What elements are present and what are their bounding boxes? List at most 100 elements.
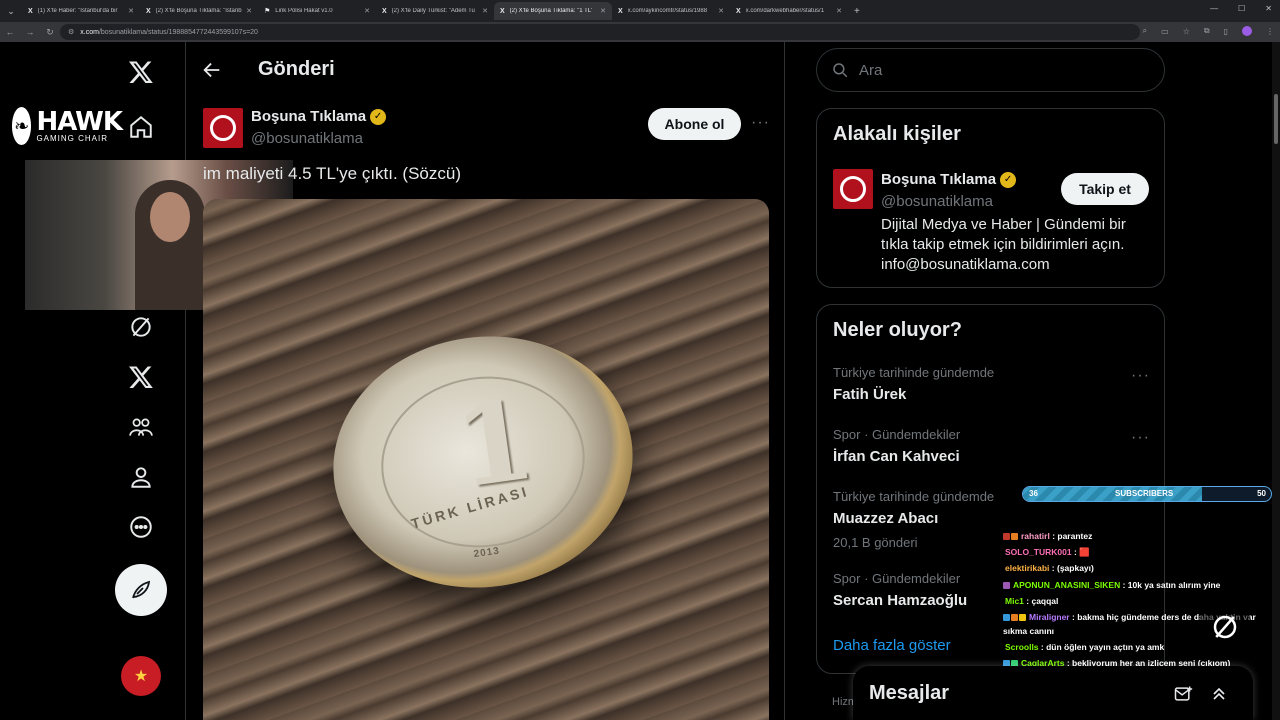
messages-drawer[interactable]: Mesajlar (853, 666, 1253, 720)
chat-text: dün öğlen yayın açtın ya amk (1046, 642, 1165, 653)
tab-close-icon[interactable]: ✕ (836, 7, 842, 15)
chat-separator: : (1049, 563, 1057, 574)
author-avatar[interactable] (203, 108, 243, 148)
close-window-icon[interactable]: ✕ (1265, 4, 1272, 13)
verified-badge-icon: ✓ (1000, 171, 1017, 188)
browser-tab[interactable]: Xx.com/aykiricomtr/status/1988 ✕ (612, 2, 730, 20)
trend-item[interactable]: Türkiye tarihinde gündemde Fatih Ürek (833, 365, 994, 403)
related-handle[interactable]: @bosunatiklama (881, 193, 993, 210)
chat-username: Miraligner (1029, 612, 1070, 623)
subscriber-goal-fill (1023, 487, 1202, 501)
profile-icon[interactable] (116, 452, 166, 502)
related-name-row[interactable]: Boşuna Tıklama ✓ (881, 171, 1017, 188)
author-name: Boşuna Tıklama (251, 108, 367, 125)
chat-username: Scroolls (1005, 642, 1039, 653)
trend-item[interactable]: Türkiye tarihinde gündemde Muazzez Abacı… (833, 489, 994, 550)
browser-tab[interactable]: X (2) X'te Boşuna Tıklama: "1 TL' ✕ (494, 2, 612, 20)
compose-post-button[interactable] (115, 564, 167, 616)
chat-text: 10k ya satın alırım yine (1127, 579, 1221, 590)
author-name-row[interactable]: Boşuna Tıklama ✓ (251, 108, 387, 125)
x-logo-icon[interactable] (116, 47, 166, 97)
browser-menu-icon[interactable]: ⋮ (1266, 27, 1274, 36)
back-icon[interactable]: ← (0, 27, 20, 37)
tab-title: (2) X'te Boşuna Tıklama: "1 TL' (509, 8, 593, 14)
related-avatar[interactable] (833, 169, 873, 209)
bookmark-star-icon[interactable]: ☆ (1183, 27, 1190, 36)
url-field[interactable]: ⚙ x.com /bosunatiklama/status/1988854772… (60, 24, 1140, 40)
browser-tab[interactable]: X (2) X'te Boşuna Tıklama: "İstanb ✕ (140, 2, 258, 20)
tab-close-icon[interactable]: ✕ (246, 7, 252, 15)
related-name: Boşuna Tıklama (881, 171, 997, 188)
chat-text: çaqqal (1031, 595, 1059, 606)
chat-message: rahatirl : parantez (1003, 528, 1273, 544)
chat-message: APONUN_ANASINI_SIKEN : 10k ya satın alır… (1003, 577, 1273, 593)
communities-icon[interactable] (116, 402, 166, 452)
extensions-icon[interactable]: ⧉ (1204, 26, 1210, 36)
messages-title: Mesajlar (869, 682, 950, 704)
new-message-icon[interactable] (1173, 684, 1193, 704)
trend-context: Türkiye tarihinde gündemde (833, 365, 995, 380)
chat-message: SOLO_TURK001 : 🟥 (1003, 544, 1273, 560)
site-info-icon[interactable]: ⚙ (68, 28, 74, 36)
tab-title: (2) X'te Daily Türkist: "Adem Tu (391, 8, 475, 14)
trend-context: Spor · Gündemdekiler (833, 571, 961, 586)
url-host: x.com (80, 28, 99, 36)
follow-button[interactable]: Takip et (1061, 173, 1149, 205)
show-more-link[interactable]: Daha fazla göster (833, 637, 951, 654)
search-icon (833, 63, 848, 78)
tab-close-icon[interactable]: ✕ (482, 7, 488, 15)
author-handle[interactable]: @bosunatiklama (251, 130, 363, 147)
forward-icon[interactable]: → (20, 27, 40, 37)
browser-tab[interactable]: X (1) X'te Haber: "İstanbul'da bir ✕ (22, 2, 140, 20)
tab-favicon-icon: ⚑ (264, 8, 271, 15)
sidebar-icon[interactable]: ▯ (1224, 27, 1228, 36)
trend-item[interactable]: Spor · Gündemdekiler İrfan Can Kahveci (833, 427, 960, 465)
maximize-icon[interactable]: ☐ (1238, 4, 1245, 13)
feather-icon (132, 580, 151, 599)
cast-icon[interactable]: ▭ (1161, 27, 1169, 36)
chat-message: elektirikabi : (şapkayı) (1003, 560, 1273, 576)
chat-badge-icon (1003, 533, 1010, 541)
trend-item[interactable]: Spor · Gündemdekiler Sercan Hamzaoğlu (833, 571, 967, 609)
post-text: im maliyeti 4.5 TL'ye çıktı. (Sözcü) (203, 164, 462, 183)
tab-favicon-icon: X (736, 7, 741, 15)
trend-count: 20,1 B gönderi (833, 535, 918, 550)
new-tab-icon[interactable]: + (854, 6, 860, 17)
browser-tab[interactable]: ⚑ Link Polisi Hakat v1.0 ✕ (258, 2, 376, 20)
search-placeholder: Ara (859, 61, 883, 79)
tab-search-icon[interactable]: ⌄ (0, 0, 22, 22)
stream-brand-icon (1198, 600, 1252, 654)
address-bar: ← → ↻ ⚙ x.com /bosunatiklama/status/1988… (0, 22, 1280, 42)
trend-more-icon[interactable]: ··· (1131, 367, 1150, 385)
scrollbar-thumb[interactable] (1274, 94, 1278, 144)
tab-close-icon[interactable]: ✕ (364, 7, 370, 15)
premium-x-icon[interactable] (116, 352, 166, 402)
tab-close-icon[interactable]: ✕ (718, 7, 724, 15)
tab-title: x.com/aykiricomtr/status/1988 (627, 8, 708, 14)
tab-favicon-icon: X (500, 7, 505, 15)
subscribe-button[interactable]: Abone ol (648, 108, 741, 140)
trend-more-icon[interactable]: ··· (1131, 429, 1150, 447)
tab-close-icon[interactable]: ✕ (128, 7, 134, 15)
post-more-icon[interactable]: ··· (751, 114, 770, 132)
expand-up-icon[interactable] (1209, 684, 1229, 704)
tab-title: (1) X'te Haber: "İstanbul'da bir (37, 8, 118, 14)
post-image[interactable]: 1 TÜRK LİRASI 2013 (203, 199, 769, 720)
reload-icon[interactable]: ↻ (40, 27, 60, 38)
browser-tab-bar: ⌄ X (1) X'te Haber: "İstanbul'da bir ✕ X (2)… (0, 0, 1280, 22)
browser-tab[interactable]: X (2) X'te Daily Türkist: "Adem Tu ✕ (376, 2, 494, 20)
search-input[interactable]: Ara (816, 48, 1165, 92)
zoom-icon[interactable]: ⌕ (1143, 26, 1147, 36)
browser-tab[interactable]: Xx.com/darkwebhaber/status/1 ✕ (730, 2, 848, 20)
profile-avatar[interactable] (1242, 26, 1252, 36)
chat-badge-icon (1003, 581, 1010, 589)
chat-username: APONUN_ANASINI_SIKEN (1013, 579, 1121, 590)
more-icon[interactable] (116, 502, 166, 552)
back-arrow-icon[interactable] (201, 59, 223, 81)
minimize-icon[interactable]: — (1210, 4, 1218, 13)
page-scrollbar[interactable] (1272, 42, 1280, 720)
home-icon[interactable] (116, 102, 166, 152)
tab-title: (2) X'te Boşuna Tıklama: "İstanb (155, 8, 242, 14)
account-avatar[interactable]: ★ (121, 656, 161, 696)
tab-close-icon[interactable]: ✕ (600, 7, 606, 15)
